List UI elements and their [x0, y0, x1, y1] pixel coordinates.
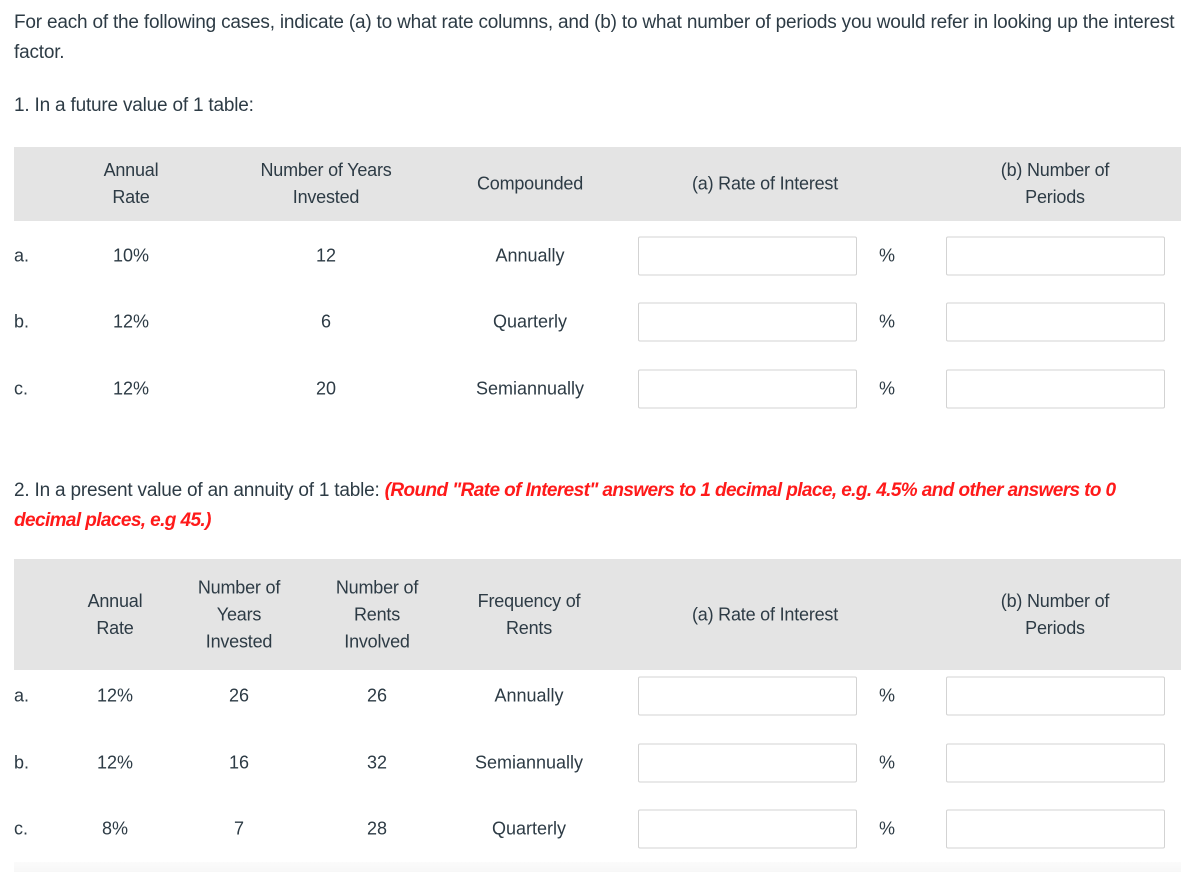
years-invested: 12: [315, 245, 337, 266]
percent-unit: %: [878, 685, 896, 706]
header-compounded: Compounded: [476, 173, 584, 194]
row-label: a.: [14, 245, 30, 266]
percent-unit: %: [878, 378, 896, 399]
percent-unit: %: [878, 752, 896, 773]
number-of-periods-input[interactable]: [946, 302, 1165, 342]
table-header: Annual Rate Number of Years Invested Num…: [14, 559, 1181, 670]
annual-rate: 10%: [112, 245, 150, 266]
rate-of-interest-input[interactable]: [638, 809, 857, 849]
header-rate-of-interest: (a) Rate of Interest: [691, 604, 839, 624]
row-label: b.: [14, 311, 30, 332]
compounded: Quarterly: [492, 311, 568, 332]
table-bottom-edge: [14, 862, 1181, 872]
header-rate-of-interest: (a) Rate of Interest: [691, 173, 839, 194]
annual-rate: 12%: [96, 752, 134, 773]
header-number-of-periods: (b) Number of Periods: [1000, 590, 1110, 638]
header-rents-involved: Number of Rents Involved: [335, 577, 419, 651]
table-header: Annual Rate Number of Years Invested Com…: [14, 147, 1181, 221]
compounded: Annually: [495, 245, 565, 266]
years-invested: 26: [228, 685, 250, 706]
table-row: a. 12% 26 26 Annually %: [14, 663, 1181, 729]
frequency-of-rents: Quarterly: [491, 818, 567, 839]
percent-unit: %: [878, 311, 896, 332]
rate-of-interest-input[interactable]: [638, 369, 857, 409]
frequency-of-rents: Annually: [494, 685, 564, 706]
annuity-present-value-table: Annual Rate Number of Years Invested Num…: [14, 559, 1181, 864]
percent-unit: %: [878, 245, 896, 266]
rents-involved: 28: [366, 818, 388, 839]
frequency-of-rents: Semiannually: [474, 752, 584, 773]
table-row: c. 12% 20 Semiannually %: [14, 356, 1181, 422]
table-row: b. 12% 6 Quarterly %: [14, 289, 1181, 355]
annual-rate: 12%: [112, 378, 150, 399]
header-frequency-of-rents: Frequency of Rents: [477, 590, 581, 638]
instructions-text: For each of the following cases, indicat…: [14, 12, 1175, 63]
row-label: a.: [14, 685, 30, 706]
header-years-invested: Number of Years Invested: [197, 577, 281, 651]
rents-involved: 32: [366, 752, 388, 773]
years-invested: 6: [320, 311, 332, 332]
header-annual-rate: Annual Rate: [103, 160, 159, 207]
annual-rate: 12%: [112, 311, 150, 332]
rents-involved: 26: [366, 685, 388, 706]
future-value-table: Annual Rate Number of Years Invested Com…: [14, 147, 1181, 417]
rate-of-interest-input[interactable]: [638, 676, 857, 716]
number-of-periods-input[interactable]: [946, 236, 1165, 276]
annual-rate: 8%: [101, 818, 129, 839]
percent-unit: %: [878, 818, 896, 839]
part2-title: 2. In a present value of an annuity of 1…: [14, 476, 1184, 536]
row-label: b.: [14, 752, 30, 773]
number-of-periods-input[interactable]: [946, 743, 1165, 783]
table-row: a. 10% 12 Annually %: [14, 223, 1181, 289]
rate-of-interest-input[interactable]: [638, 302, 857, 342]
part2-title-text: 2. In a present value of an annuity of 1…: [14, 480, 385, 501]
header-years-invested: Number of Years Invested: [260, 160, 392, 207]
header-annual-rate: Annual Rate: [87, 590, 143, 638]
rate-of-interest-input[interactable]: [638, 236, 857, 276]
years-invested: 20: [315, 378, 337, 399]
row-label: c.: [14, 378, 29, 399]
table-row: c. 8% 7 28 Quarterly %: [14, 796, 1181, 862]
number-of-periods-input[interactable]: [946, 369, 1165, 409]
row-label: c.: [14, 818, 29, 839]
table-row: b. 12% 16 32 Semiannually %: [14, 730, 1181, 796]
rate-of-interest-input[interactable]: [638, 743, 857, 783]
number-of-periods-input[interactable]: [946, 809, 1165, 849]
header-number-of-periods: (b) Number of Periods: [1000, 160, 1110, 207]
years-invested: 16: [228, 752, 250, 773]
part1-title: 1. In a future value of 1 table:: [14, 95, 254, 116]
annual-rate: 12%: [96, 685, 134, 706]
compounded: Semiannually: [475, 378, 585, 399]
years-invested: 7: [233, 818, 245, 839]
number-of-periods-input[interactable]: [946, 676, 1165, 716]
